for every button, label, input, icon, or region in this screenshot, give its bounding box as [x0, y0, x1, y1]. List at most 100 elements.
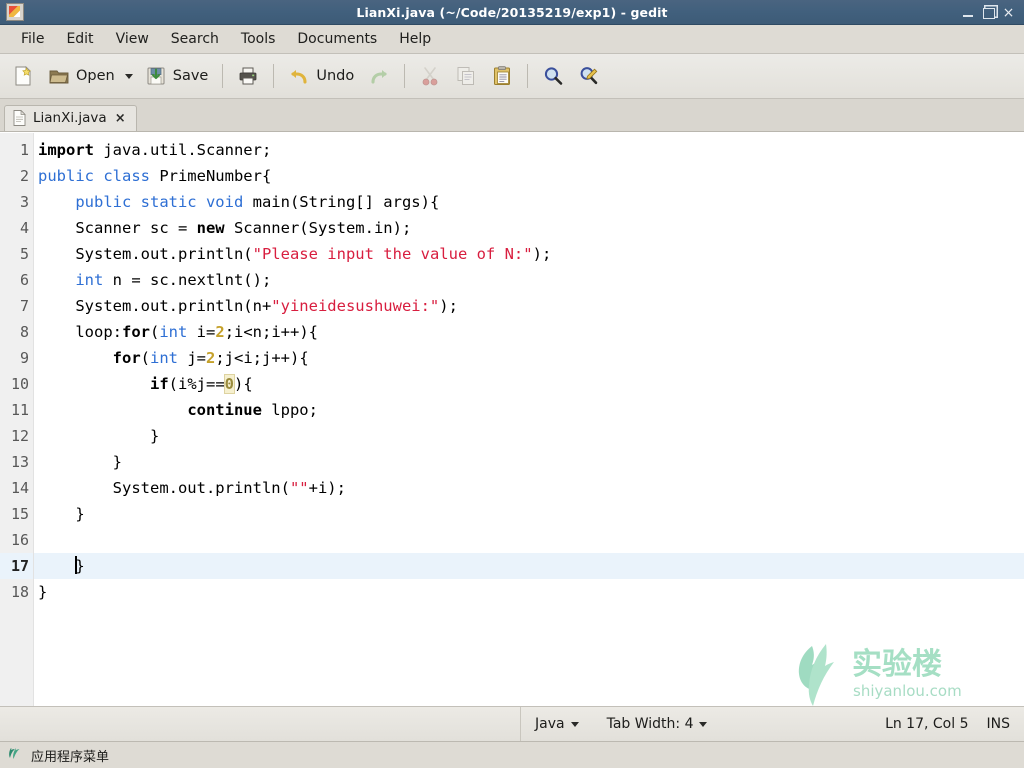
redo-button[interactable]	[362, 59, 396, 93]
open-dropdown-arrow[interactable]	[124, 73, 133, 79]
print-button[interactable]	[231, 59, 265, 93]
line-number: 11	[10, 401, 29, 419]
search-icon	[542, 65, 564, 87]
code-line-3[interactable]: public static void main(String[] args){	[34, 189, 1024, 215]
line-number: 13	[10, 453, 29, 471]
code-text[interactable]: import java.util.Scanner; public class P…	[34, 133, 1024, 706]
menu-search[interactable]: Search	[160, 28, 230, 50]
open-folder-icon	[48, 65, 70, 87]
code-line-11[interactable]: continue lppo;	[34, 397, 1024, 423]
scissors-icon	[419, 65, 441, 87]
new-document-button[interactable]	[6, 59, 40, 93]
code-line-14[interactable]: System.out.println(""+i);	[34, 475, 1024, 501]
toolbar-separator-1	[222, 64, 224, 88]
menu-tools[interactable]: Tools	[230, 28, 287, 50]
line-number: 3	[19, 193, 29, 211]
code-line-13[interactable]: }	[34, 449, 1024, 475]
code-line-4[interactable]: Scanner sc = new Scanner(System.in);	[34, 215, 1024, 241]
window-title: LianXi.java (~/Code/20135219/exp1) - ged…	[356, 4, 668, 20]
code-line-1[interactable]: import java.util.Scanner;	[34, 137, 1024, 163]
close-button[interactable]: ×	[1002, 6, 1015, 20]
menu-help[interactable]: Help	[388, 28, 442, 50]
line-number: 10	[10, 375, 29, 393]
code-line-15[interactable]: }	[34, 501, 1024, 527]
line-number: 1	[19, 141, 29, 159]
menu-file[interactable]: File	[10, 28, 55, 50]
toolbar-separator-4	[527, 64, 529, 88]
save-icon	[145, 65, 167, 87]
line-number: 6	[19, 271, 29, 289]
menu-bar: File Edit View Search Tools Documents He…	[0, 25, 1024, 54]
desktop-taskbar: 应用程序菜单	[0, 741, 1024, 768]
find-replace-button[interactable]	[572, 59, 606, 93]
language-selector[interactable]: Java	[521, 716, 593, 732]
toolbar: Open Save Undo	[0, 54, 1024, 99]
paste-icon	[491, 65, 513, 87]
code-line-8[interactable]: loop:for(int i=2;i<n;i++){	[34, 319, 1024, 345]
undo-button[interactable]: Undo	[282, 59, 360, 93]
cut-button[interactable]	[413, 59, 447, 93]
toolbar-separator-2	[273, 64, 275, 88]
cursor-position: Ln 17, Col 5	[885, 716, 969, 732]
save-button[interactable]: Save	[139, 59, 215, 93]
menu-view[interactable]: View	[105, 28, 160, 50]
open-button-label: Open	[76, 68, 115, 84]
code-line-6[interactable]: int n = sc.nextlnt();	[34, 267, 1024, 293]
copy-button[interactable]	[449, 59, 483, 93]
tab-width-label: Tab Width: 4	[606, 716, 694, 732]
line-number: 5	[19, 245, 29, 263]
paste-button[interactable]	[485, 59, 519, 93]
application-menu-label[interactable]: 应用程序菜单	[31, 746, 109, 765]
status-left-spacer	[0, 707, 521, 741]
open-button[interactable]: Open	[42, 59, 121, 93]
line-number: 16	[10, 531, 29, 549]
line-number: 14	[10, 479, 29, 497]
application-menu-icon[interactable]	[8, 746, 23, 765]
insert-mode-indicator: INS	[986, 716, 1011, 732]
code-line-5[interactable]: System.out.println("Please input the val…	[34, 241, 1024, 267]
line-number: 12	[10, 427, 29, 445]
save-button-label: Save	[172, 68, 209, 84]
code-line-7[interactable]: System.out.println(n+"yineidesushuwei:")…	[34, 293, 1024, 319]
language-label: Java	[535, 716, 565, 732]
line-number: 18	[10, 583, 29, 601]
maximize-button[interactable]	[982, 6, 995, 19]
undo-icon	[288, 65, 310, 87]
code-line-18[interactable]: }	[34, 579, 1024, 605]
new-document-icon	[12, 65, 34, 87]
code-line-17[interactable]: }	[34, 553, 1024, 579]
code-line-9[interactable]: for(int j=2;j<i;j++){	[34, 345, 1024, 371]
tab-lianxi-java[interactable]: LianXi.java ×	[4, 105, 137, 131]
code-line-10[interactable]: if(i%j==0){	[34, 371, 1024, 397]
title-bar: LianXi.java (~/Code/20135219/exp1) - ged…	[0, 0, 1024, 25]
code-line-12[interactable]: }	[34, 423, 1024, 449]
code-line-2[interactable]: public class PrimeNumber{	[34, 163, 1024, 189]
line-number: 7	[19, 297, 29, 315]
gedit-window: LianXi.java (~/Code/20135219/exp1) - ged…	[0, 0, 1024, 768]
line-number: 2	[19, 167, 29, 185]
redo-icon	[368, 65, 390, 87]
status-bar: Java Tab Width: 4 Ln 17, Col 5 INS	[0, 706, 1024, 741]
toolbar-separator-3	[404, 64, 406, 88]
copy-icon	[455, 65, 477, 87]
tab-width-selector[interactable]: Tab Width: 4	[593, 716, 722, 732]
line-number: 15	[10, 505, 29, 523]
print-icon	[237, 65, 259, 87]
text-cursor	[75, 556, 78, 574]
file-icon	[13, 110, 26, 126]
menu-documents[interactable]: Documents	[286, 28, 388, 50]
minimize-button[interactable]	[962, 6, 975, 19]
line-number-current: 17	[0, 553, 33, 579]
line-number: 4	[19, 219, 29, 237]
chevron-down-icon	[699, 721, 708, 727]
line-number: 9	[19, 349, 29, 367]
tab-close-icon[interactable]: ×	[114, 112, 127, 125]
find-button[interactable]	[536, 59, 570, 93]
tab-bar: LianXi.java ×	[0, 99, 1024, 132]
editor-area[interactable]: 1 2 3 4 5 6 7 8 9 10 11 12 13 14 15 16 1…	[0, 132, 1024, 706]
window-controls: ×	[962, 6, 1020, 20]
menu-edit[interactable]: Edit	[55, 28, 104, 50]
line-number-gutter: 1 2 3 4 5 6 7 8 9 10 11 12 13 14 15 16 1…	[0, 133, 34, 706]
line-number: 8	[19, 323, 29, 341]
code-line-16[interactable]	[34, 527, 1024, 553]
